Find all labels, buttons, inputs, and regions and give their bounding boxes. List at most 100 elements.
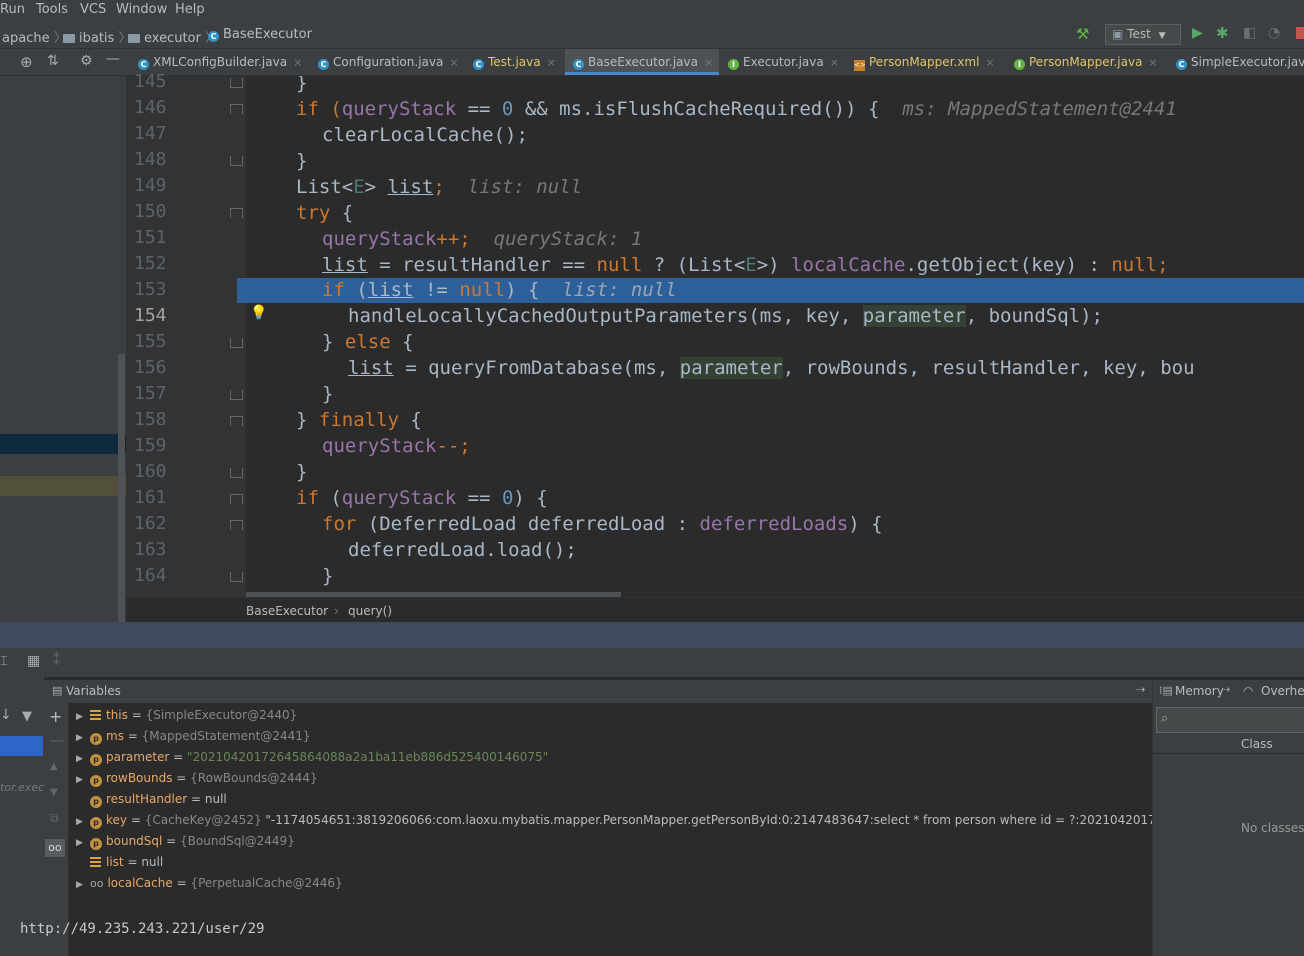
gear-icon[interactable]: ⚙: [80, 53, 93, 69]
close-icon[interactable]: ×: [449, 56, 458, 69]
menu-run[interactable]: Run: [0, 2, 25, 17]
pin-icon[interactable]: ⇢: [1136, 683, 1145, 696]
close-icon[interactable]: ×: [985, 56, 994, 69]
breadcrumb-ibatis[interactable]: ibatis 〉: [63, 27, 131, 46]
collapse-icon[interactable]: ⇅: [47, 53, 59, 69]
watches-glasses-icon[interactable]: oo: [45, 839, 65, 857]
fold-marker-icon[interactable]: [230, 104, 243, 114]
tab-personmapper-java[interactable]: I PersonMapper.java ×: [1006, 49, 1164, 75]
frame-selected[interactable]: [0, 736, 43, 756]
tab-test[interactable]: C Test.java ×: [465, 49, 562, 75]
fold-marker-icon[interactable]: [230, 390, 243, 400]
expand-arrow-icon[interactable]: ▶: [76, 749, 90, 770]
close-icon[interactable]: ×: [830, 56, 839, 69]
evaluate-icon[interactable]: ⌶: [0, 654, 8, 669]
build-hammer-icon[interactable]: ⚒: [1076, 25, 1089, 43]
expand-arrow-icon[interactable]: ▶: [76, 707, 90, 728]
tab-personmapper-xml[interactable]: <> PersonMapper.xml ×: [846, 49, 1001, 75]
coverage-icon[interactable]: ◧: [1243, 25, 1256, 41]
debug-icon[interactable]: ✱: [1216, 24, 1229, 42]
arrow-down-icon[interactable]: ↓: [0, 707, 12, 723]
fold-marker-icon[interactable]: [230, 78, 243, 88]
copy-icon[interactable]: ⧉: [50, 811, 59, 826]
table-icon[interactable]: ▦: [27, 653, 40, 669]
close-icon[interactable]: ×: [293, 56, 302, 69]
close-icon[interactable]: ×: [1148, 56, 1157, 69]
class-icon: C: [1176, 59, 1187, 70]
class-header-label: Class: [1241, 737, 1273, 751]
breadcrumb-executor[interactable]: executor 〉: [128, 27, 218, 46]
stop-icon[interactable]: [1296, 27, 1304, 39]
expand-arrow-icon[interactable]: ▶: [76, 812, 90, 831]
variable-row[interactable]: list = null: [76, 852, 163, 873]
variable-row[interactable]: ▶ this = {SimpleExecutor@2440}: [76, 705, 297, 726]
code-breadcrumb-class[interactable]: BaseExecutor: [246, 604, 328, 618]
project-scrollbar[interactable]: [118, 354, 125, 622]
remove-watch-icon[interactable]: —: [50, 733, 64, 749]
breadcrumb-apache[interactable]: apache 〉: [2, 27, 67, 46]
run-configuration-label: Test: [1127, 27, 1151, 41]
tab-baseexecutor[interactable]: C BaseExecutor.java ×: [565, 49, 720, 75]
run-icon[interactable]: ▶: [1192, 25, 1203, 41]
parameter-icon: p: [90, 817, 102, 829]
class-search-input[interactable]: ⌕: [1156, 707, 1304, 733]
variable-row[interactable]: ▶ p ms = {MappedStatement@2441}: [76, 726, 311, 747]
move-up-icon[interactable]: ▲: [50, 761, 58, 772]
project-highlight-row[interactable]: [0, 476, 126, 496]
watch-glasses-icon: oo: [90, 877, 104, 890]
fold-marker-icon[interactable]: [230, 208, 243, 218]
expand-arrow-icon[interactable]: ▶: [76, 833, 90, 854]
search-icon: ⌕: [1161, 711, 1169, 726]
folder-icon: [128, 34, 140, 43]
class-column-header[interactable]: Class: [1153, 735, 1304, 754]
menu-vcs[interactable]: VCS: [80, 2, 106, 17]
overhead-tab[interactable]: Overhea: [1261, 684, 1304, 698]
profile-icon[interactable]: ◔: [1268, 25, 1280, 41]
close-icon[interactable]: ×: [704, 56, 713, 69]
code-breadcrumb-method[interactable]: query(): [348, 604, 392, 618]
expand-arrow-icon[interactable]: ▶: [76, 770, 90, 791]
fold-marker-icon[interactable]: [230, 572, 243, 582]
minimize-icon[interactable]: —: [106, 51, 120, 67]
fold-marker-icon[interactable]: [230, 520, 243, 530]
move-down-icon[interactable]: ▼: [50, 787, 58, 798]
pin-icon[interactable]: ⇢: [1221, 683, 1230, 696]
run-configuration-select[interactable]: ▣ Test ▼: [1105, 24, 1181, 45]
code-line: if (queryStack == 0) {: [296, 487, 548, 509]
parameter-icon: p: [90, 733, 102, 745]
target-icon[interactable]: ⊕: [20, 53, 33, 71]
menu-window[interactable]: Window: [116, 2, 167, 17]
expand-arrow-icon[interactable]: ▶: [76, 875, 90, 896]
fold-marker-icon[interactable]: [230, 338, 243, 348]
variable-row[interactable]: ▶ p boundSql = {BoundSql@2449}: [76, 831, 295, 852]
fold-marker-icon[interactable]: [230, 468, 243, 478]
breadcrumb-baseexecutor[interactable]: C BaseExecutor: [208, 27, 312, 42]
filter-icon[interactable]: ▼: [22, 709, 32, 724]
expand-arrow-icon[interactable]: ▶: [76, 728, 90, 749]
menu-tools[interactable]: Tools: [36, 2, 68, 17]
fold-marker-icon[interactable]: [230, 416, 243, 426]
variable-row[interactable]: ▶ p key = {CacheKey@2452} "-1174054651:381…: [76, 810, 1152, 831]
code-editor-lower[interactable]: handleLocallyCachedOutputParameters(ms, …: [246, 303, 1304, 597]
close-icon[interactable]: ×: [547, 56, 556, 69]
variable-row[interactable]: ▶ p rowBounds = {RowBounds@2444}: [76, 768, 318, 789]
frame-item[interactable]: tor.exec: [0, 781, 44, 794]
menu-help[interactable]: Help: [175, 2, 205, 17]
chevron-down-icon: ▼: [1158, 31, 1166, 41]
tab-simpleexecutor[interactable]: C SimpleExecutor.java: [1168, 49, 1304, 75]
variable-row[interactable]: ▶ oo localCache = {PerpetualCache@2446}: [76, 873, 343, 894]
fold-marker-icon[interactable]: [230, 494, 243, 504]
settings-grid-icon[interactable]: ⁑: [53, 653, 60, 669]
tab-configuration[interactable]: C Configuration.java ×: [308, 49, 465, 75]
code-line: }: [296, 150, 308, 172]
tab-executor[interactable]: I Executor.java ×: [720, 49, 845, 75]
memory-tab[interactable]: Memory: [1175, 684, 1224, 698]
project-selected-row[interactable]: [0, 434, 126, 454]
variables-panel-icon: ▤: [52, 684, 63, 697]
add-watch-icon[interactable]: +: [49, 707, 62, 726]
inline-debug-value: queryStack: 1: [493, 228, 643, 250]
fold-marker-icon[interactable]: [230, 156, 243, 166]
line-number: 157: [134, 383, 167, 404]
variable-row[interactable]: p resultHandler = null: [76, 789, 227, 810]
variable-row[interactable]: ▶ p parameter = "20210420172645864088a2a1b…: [76, 747, 548, 768]
